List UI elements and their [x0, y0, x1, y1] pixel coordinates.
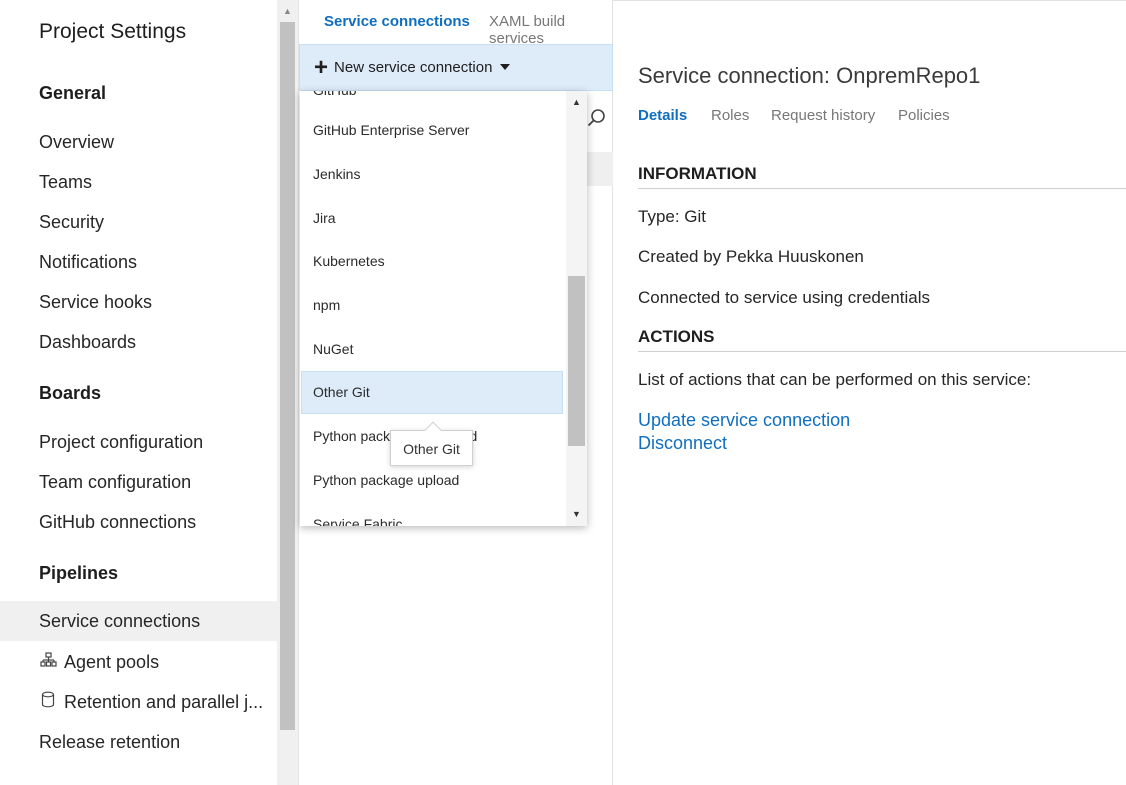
dropdown-item-kubernetes[interactable]: Kubernetes [301, 240, 563, 283]
connection-details-pane: Service connection: OnpremRepo1 Details … [613, 0, 1126, 785]
nav-item-agent-pools[interactable]: Agent pools [0, 642, 277, 682]
dropdown-item-nuget[interactable]: NuGet [301, 328, 563, 371]
tab-request-history[interactable]: Request history [771, 107, 875, 124]
scroll-up-arrow-icon[interactable]: ▲ [566, 94, 587, 110]
nav-item-service-hooks[interactable]: Service hooks [0, 282, 277, 322]
tab-details[interactable]: Details [638, 107, 687, 124]
database-icon [39, 684, 57, 722]
dropdown-scrollbar[interactable]: ▲ ▼ [566, 91, 587, 526]
tab-roles[interactable]: Roles [711, 107, 749, 124]
dropdown-item-jira[interactable]: Jira [301, 197, 563, 240]
chevron-down-icon [500, 64, 511, 70]
nav-scrollbar[interactable]: ▲ [277, 0, 298, 785]
nav-item-retention-parallel[interactable]: Retention and parallel j... [0, 682, 277, 722]
tab-xaml-build-services[interactable]: XAML build services [489, 13, 612, 47]
nav-item-service-connections[interactable]: Service connections [0, 601, 277, 641]
settings-nav: Project Settings General Overview Teams … [0, 0, 277, 785]
nav-item-security[interactable]: Security [0, 202, 277, 242]
search-icon[interactable] [587, 108, 607, 134]
dropdown-item-jenkins[interactable]: Jenkins [301, 153, 563, 196]
dropdown-item-github-enterprise-server[interactable]: GitHub Enterprise Server [301, 109, 563, 152]
created-by-text: Created by Pekka Huuskonen [638, 247, 864, 266]
nav-item-teams[interactable]: Teams [0, 162, 277, 202]
type-text: Type: Git [638, 207, 707, 226]
nav-item-label: Agent pools [64, 652, 160, 672]
connection-title: Service connection: OnpremRepo1 [638, 63, 981, 88]
tab-service-connections[interactable]: Service connections [324, 13, 470, 30]
new-service-connection-button[interactable]: + New service connection [299, 44, 613, 91]
connection-method-text: Connected to service using credentials [638, 288, 930, 307]
dropdown-item-service-fabric[interactable]: Service Fabric [301, 503, 563, 526]
nav-item-label: Retention and parallel j... [64, 692, 264, 712]
actions-heading: ACTIONS [638, 327, 1126, 352]
scrollbar-thumb[interactable] [280, 22, 295, 730]
information-heading: INFORMATION [638, 164, 1126, 189]
section-general: General [39, 83, 107, 103]
dropdown-item-other-git[interactable]: Other Git [301, 371, 563, 414]
update-service-connection-link[interactable]: Update service connection [638, 410, 850, 431]
tooltip-text: Other Git [403, 441, 460, 457]
nav-item-notifications[interactable]: Notifications [0, 242, 277, 282]
section-boards: Boards [39, 383, 102, 403]
tooltip: Other Git [390, 421, 473, 466]
plus-icon: + [314, 54, 329, 81]
list-item[interactable] [587, 152, 613, 186]
scroll-down-arrow-icon[interactable]: ▼ [566, 506, 587, 522]
nav-item-github-connections[interactable]: GitHub connections [0, 502, 277, 542]
page-title: Project Settings [39, 20, 187, 43]
nav-item-project-configuration[interactable]: Project configuration [0, 422, 277, 462]
disconnect-link[interactable]: Disconnect [638, 433, 727, 454]
scroll-up-arrow-icon[interactable]: ▲ [277, 3, 298, 20]
nav-item-dashboards[interactable]: Dashboards [0, 322, 277, 362]
hierarchy-icon [39, 644, 57, 682]
nav-item-team-configuration[interactable]: Team configuration [0, 462, 277, 502]
new-service-connection-label: New service connection [334, 59, 493, 76]
actions-description: List of actions that can be performed on… [638, 370, 1032, 389]
nav-item-release-retention[interactable]: Release retention [0, 722, 277, 762]
tab-policies[interactable]: Policies [898, 107, 950, 124]
dropdown-item-npm[interactable]: npm [301, 284, 563, 327]
scrollbar-thumb[interactable] [568, 276, 585, 446]
nav-item-overview[interactable]: Overview [0, 122, 277, 162]
section-pipelines: Pipelines [39, 563, 119, 583]
